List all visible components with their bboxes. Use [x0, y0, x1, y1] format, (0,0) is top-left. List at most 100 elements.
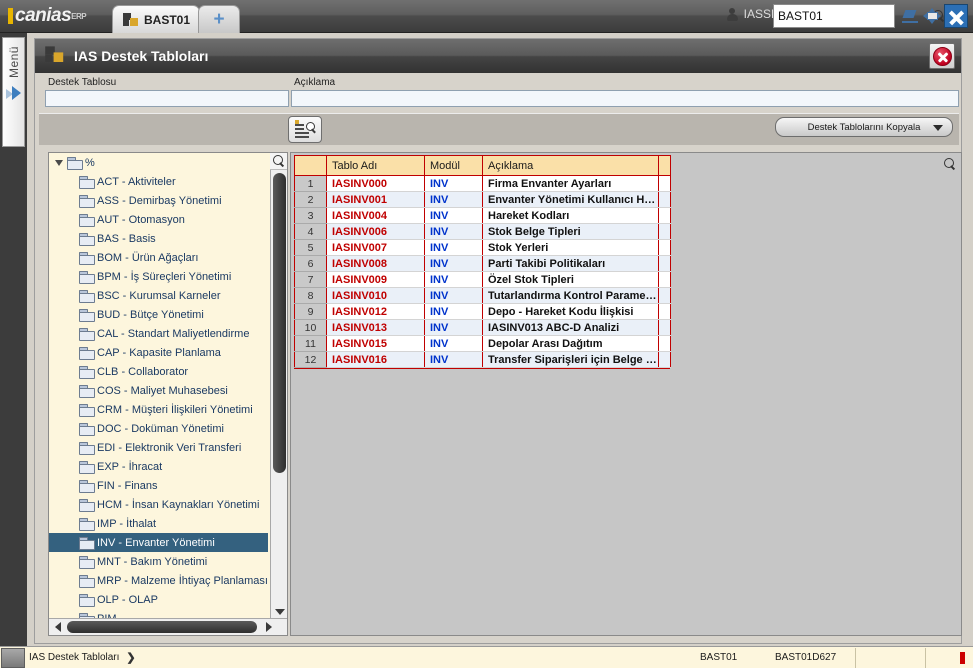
- chevron-down-icon: [274, 608, 285, 615]
- command-field[interactable]: [773, 4, 943, 28]
- tree-horizontal-scrollbar[interactable]: [49, 618, 287, 635]
- cell-endcap: [658, 239, 671, 256]
- tree-item[interactable]: AUT - Otomasyon: [49, 210, 271, 229]
- tree-item[interactable]: OLP - OLAP: [49, 590, 271, 609]
- grid-search-button[interactable]: [941, 155, 959, 173]
- column-header[interactable]: [294, 155, 327, 176]
- chevron-down-icon[interactable]: [55, 159, 63, 166]
- table-row[interactable]: 6 IASINV008 INV Parti Takibi Politikaları: [294, 255, 671, 272]
- cell-tname: IASINV004: [326, 207, 425, 224]
- tree-item[interactable]: ASS - Demirbaş Yönetimi: [49, 191, 271, 210]
- tree-item[interactable]: HCM - İnsan Kaynakları Yönetimi: [49, 495, 271, 514]
- table-row[interactable]: 12 IASINV016 INV Transfer Siparişleri için …: [294, 351, 671, 368]
- tree-item-label: MRP - Malzeme İhtiyaç Planlaması: [97, 574, 268, 587]
- cell-tname: IASINV016: [326, 351, 425, 368]
- cell-rownum: 11: [294, 335, 327, 352]
- folder-icon: [79, 404, 95, 417]
- minimize-icon: [902, 9, 918, 23]
- tree-item[interactable]: BPM - İş Süreçleri Yönetimi: [49, 267, 271, 286]
- support-tables-grid-panel: Tablo Adı Modül Açıklama 1 IASINV000 INV Firm…: [290, 152, 962, 636]
- column-header[interactable]: Açıklama: [482, 155, 659, 176]
- support-tables-table: Tablo Adı Modül Açıklama 1 IASINV000 INV Firm…: [294, 155, 671, 368]
- tree-item[interactable]: CAL - Standart Maliyetlendirme: [49, 324, 271, 343]
- scrollbar-thumb[interactable]: [273, 173, 286, 473]
- tree-item[interactable]: COS - Maliyet Muhasebesi: [49, 381, 271, 400]
- tree-search-button[interactable]: [270, 153, 287, 170]
- table-row[interactable]: 9 IASINV012 INV Depo - Hareket Kodu İlişkis…: [294, 303, 671, 320]
- tree-item[interactable]: MNT - Bakım Yönetimi: [49, 552, 271, 571]
- new-tab-button[interactable]: +: [198, 5, 240, 33]
- tree-item[interactable]: ACT - Aktiviteler: [49, 172, 271, 191]
- tree-item[interactable]: CAP - Kapasite Planlama: [49, 343, 271, 362]
- cell-desc: Depolar Arası Dağıtım: [482, 335, 659, 352]
- tree-vertical-scrollbar[interactable]: [270, 153, 287, 619]
- tree-item[interactable]: EDI - Elektronik Veri Transferi: [49, 438, 271, 457]
- tree-item-label: BAS - Basis: [97, 232, 156, 245]
- table-row[interactable]: 8 IASINV010 INV Tutarlandırma Kontrol Param…: [294, 287, 671, 304]
- column-header[interactable]: Tablo Adı: [326, 155, 425, 176]
- table-row[interactable]: 7 IASINV009 INV Özel Stok Tipleri: [294, 271, 671, 288]
- window-close-button[interactable]: [943, 4, 969, 28]
- destek-tablosu-input[interactable]: [45, 90, 289, 107]
- tree-item-label: BPM - İş Süreçleri Yönetimi: [97, 270, 232, 283]
- tree-item[interactable]: BSC - Kurumsal Karneler: [49, 286, 271, 305]
- tree-item-label: AUT - Otomasyon: [97, 213, 185, 226]
- cell-rownum: 5: [294, 239, 327, 256]
- cell-tname: IASINV009: [326, 271, 425, 288]
- support-tables-grid: Tablo Adı Modül Açıklama 1 IASINV000 INV Firm…: [294, 155, 671, 368]
- dialog-title-bar: IAS Destek Tabloları: [35, 39, 961, 73]
- tree-item[interactable]: BUD - Bütçe Yönetimi: [49, 305, 271, 324]
- minimize-button[interactable]: [899, 4, 921, 28]
- tab-bast01[interactable]: BAST01: [112, 5, 200, 33]
- folder-icon: [79, 347, 95, 360]
- cell-endcap: [658, 191, 671, 208]
- tree-item-label: HCM - İnsan Kaynakları Yönetimi: [97, 498, 260, 511]
- folder-icon: [79, 461, 95, 474]
- table-row[interactable]: 10 IASINV013 INV IASINV013 ABC-D Analizi: [294, 319, 671, 336]
- table-row[interactable]: 2 IASINV001 INV Envanter Yönetimi Kullanıcı…: [294, 191, 671, 208]
- dialog-close-button[interactable]: [929, 43, 955, 69]
- table-row[interactable]: 4 IASINV006 INV Stok Belge Tipleri: [294, 223, 671, 240]
- folder-icon: [79, 252, 95, 265]
- table-row[interactable]: 3 IASINV004 INV Hareket Kodları: [294, 207, 671, 224]
- tree-item[interactable]: CLB - Collaborator: [49, 362, 271, 381]
- close-icon: [932, 46, 952, 66]
- tree-item[interactable]: BOM - Ürün Ağaçları: [49, 248, 271, 267]
- tree-item[interactable]: MRP - Malzeme İhtiyaç Planlaması: [49, 571, 271, 590]
- table-row[interactable]: 11 IASINV015 INV Depolar Arası Dağıtım: [294, 335, 671, 352]
- tree-item[interactable]: CRM - Müşteri İlişkileri Yönetimi: [49, 400, 271, 419]
- restore-button[interactable]: [921, 4, 943, 28]
- tree-item[interactable]: BAS - Basis: [49, 229, 271, 248]
- grid-bottom-rule: [294, 368, 670, 369]
- hscrollbar-thumb[interactable]: [67, 621, 257, 633]
- aciklama-input[interactable]: [291, 90, 959, 107]
- tree-root-node[interactable]: %: [49, 153, 271, 172]
- destek-tablosu-group: Destek Tablosu: [45, 77, 289, 111]
- column-header[interactable]: [658, 155, 671, 176]
- folder-icon: [79, 195, 95, 208]
- table-row[interactable]: 1 IASINV000 INV Firma Envanter Ayarları: [294, 175, 671, 192]
- expand-arrow-icon[interactable]: [5, 84, 23, 101]
- cell-desc: Hareket Kodları: [482, 207, 659, 224]
- tree-item[interactable]: DOC - Doküman Yönetimi: [49, 419, 271, 438]
- status-field-instance: BAST01D627: [775, 652, 837, 663]
- column-header[interactable]: Modül: [424, 155, 483, 176]
- copy-support-tables-dropdown[interactable]: Destek Tablolarını Kopyala: [775, 117, 953, 137]
- copy-dropdown-label: Destek Tablolarını Kopyala: [807, 121, 921, 133]
- scroll-left-button[interactable]: [50, 620, 65, 634]
- query-button[interactable]: [288, 116, 322, 143]
- cell-tname: IASINV010: [326, 287, 425, 304]
- scroll-right-button[interactable]: [261, 620, 276, 634]
- module-tree-list[interactable]: % ACT - Aktiviteler ASS - Demirbaş Yöneti…: [49, 153, 271, 619]
- tree-item[interactable]: INV - Envanter Yönetimi: [49, 533, 268, 552]
- module-tree-panel: % ACT - Aktiviteler ASS - Demirbaş Yöneti…: [48, 152, 288, 636]
- logo-superscript: ERP: [71, 11, 87, 21]
- menu-toggle-panel[interactable]: Menü: [2, 37, 25, 147]
- table-row[interactable]: 5 IASINV007 INV Stok Yerleri: [294, 239, 671, 256]
- table-body: 1 IASINV000 INV Firma Envanter Ayarları 2 IAS…: [294, 175, 671, 368]
- tree-item[interactable]: IMP - İthalat: [49, 514, 271, 533]
- status-field-session: BAST01: [700, 652, 738, 663]
- tree-item[interactable]: EXP - İhracat: [49, 457, 271, 476]
- scroll-down-button[interactable]: [271, 604, 288, 619]
- tree-item[interactable]: FIN - Finans: [49, 476, 271, 495]
